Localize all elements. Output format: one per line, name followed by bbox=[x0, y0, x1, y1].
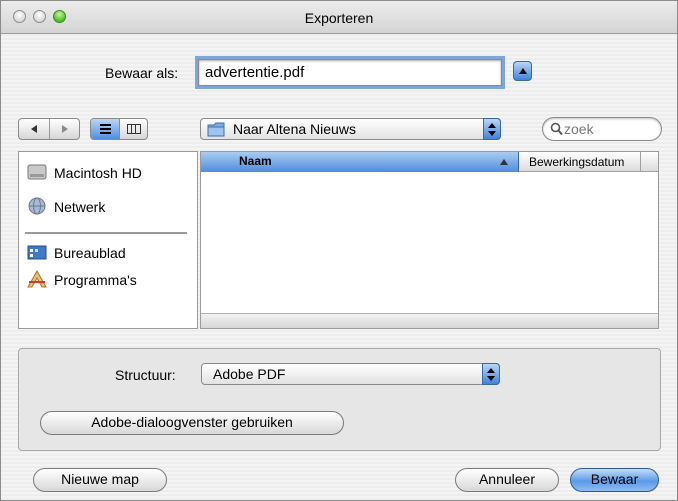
forward-button[interactable] bbox=[50, 119, 79, 139]
horizontal-scrollbar[interactable] bbox=[201, 313, 658, 328]
sort-ascending-icon bbox=[500, 159, 508, 165]
column-view-icon bbox=[127, 124, 141, 134]
back-forward-control bbox=[18, 118, 80, 140]
collapse-toggle-button[interactable] bbox=[513, 61, 532, 81]
search-placeholder: zoek bbox=[564, 121, 594, 137]
cancel-button[interactable]: Annuleer bbox=[455, 468, 559, 492]
format-options-box: Structuur: Adobe PDF Adobe-dialoogvenste… bbox=[18, 348, 661, 451]
save-as-label: Bewaar als: bbox=[105, 65, 179, 81]
sidebar-divider bbox=[25, 232, 187, 234]
sidebar-item-label: Netwerk bbox=[54, 199, 106, 215]
structure-popup[interactable]: Adobe PDF bbox=[201, 363, 500, 385]
desktop-icon bbox=[27, 245, 47, 260]
back-button[interactable] bbox=[19, 119, 50, 139]
window-title: Exporteren bbox=[304, 10, 374, 26]
column-header-name[interactable]: Naam bbox=[201, 152, 519, 172]
magnifier-icon bbox=[550, 122, 563, 136]
arrow-left-icon bbox=[31, 125, 37, 133]
view-mode-control bbox=[90, 118, 148, 140]
column-header-spacer bbox=[641, 152, 658, 172]
new-folder-button[interactable]: Nieuwe map bbox=[33, 468, 167, 492]
filename-input[interactable]: advertentie.pdf bbox=[195, 56, 505, 89]
triangle-up-icon bbox=[519, 68, 527, 74]
folder-icon bbox=[207, 122, 225, 137]
search-field[interactable]: zoek bbox=[542, 117, 662, 141]
column-header-label: Bewerkingsdatum bbox=[529, 155, 625, 169]
popup-arrows-icon bbox=[482, 363, 500, 385]
column-view-button[interactable] bbox=[120, 119, 147, 139]
structure-value: Adobe PDF bbox=[213, 366, 286, 382]
column-header-date[interactable]: Bewerkingsdatum bbox=[519, 152, 641, 172]
network-globe-icon bbox=[28, 197, 46, 215]
arrow-right-icon bbox=[62, 125, 68, 133]
list-view-button[interactable] bbox=[91, 119, 120, 139]
list-view-icon bbox=[100, 124, 111, 134]
column-header-label: Naam bbox=[239, 154, 272, 168]
sidebar: Macintosh HD Netwerk Bureaublad Programm… bbox=[18, 151, 198, 329]
sidebar-item-label: Bureaublad bbox=[54, 245, 126, 261]
popup-arrows-icon bbox=[483, 118, 501, 140]
hard-drive-icon bbox=[27, 164, 47, 180]
sidebar-item-label: Programma's bbox=[54, 272, 137, 288]
save-button[interactable]: Bewaar bbox=[570, 468, 659, 492]
structure-label: Structuur: bbox=[115, 367, 176, 383]
export-dialog: Exporteren Bewaar als: advertentie.pdf N… bbox=[0, 0, 678, 501]
applications-icon bbox=[27, 270, 47, 288]
title-bar: Exporteren bbox=[1, 1, 677, 34]
location-folder-name: Naar Altena Nieuws bbox=[233, 121, 356, 137]
file-list[interactable]: Naam Bewerkingsdatum bbox=[200, 151, 659, 329]
adobe-dialog-button[interactable]: Adobe-dialoogvenster gebruiken bbox=[40, 411, 344, 435]
location-popup[interactable]: Naar Altena Nieuws bbox=[200, 118, 501, 140]
sidebar-item-label: Macintosh HD bbox=[54, 165, 142, 181]
